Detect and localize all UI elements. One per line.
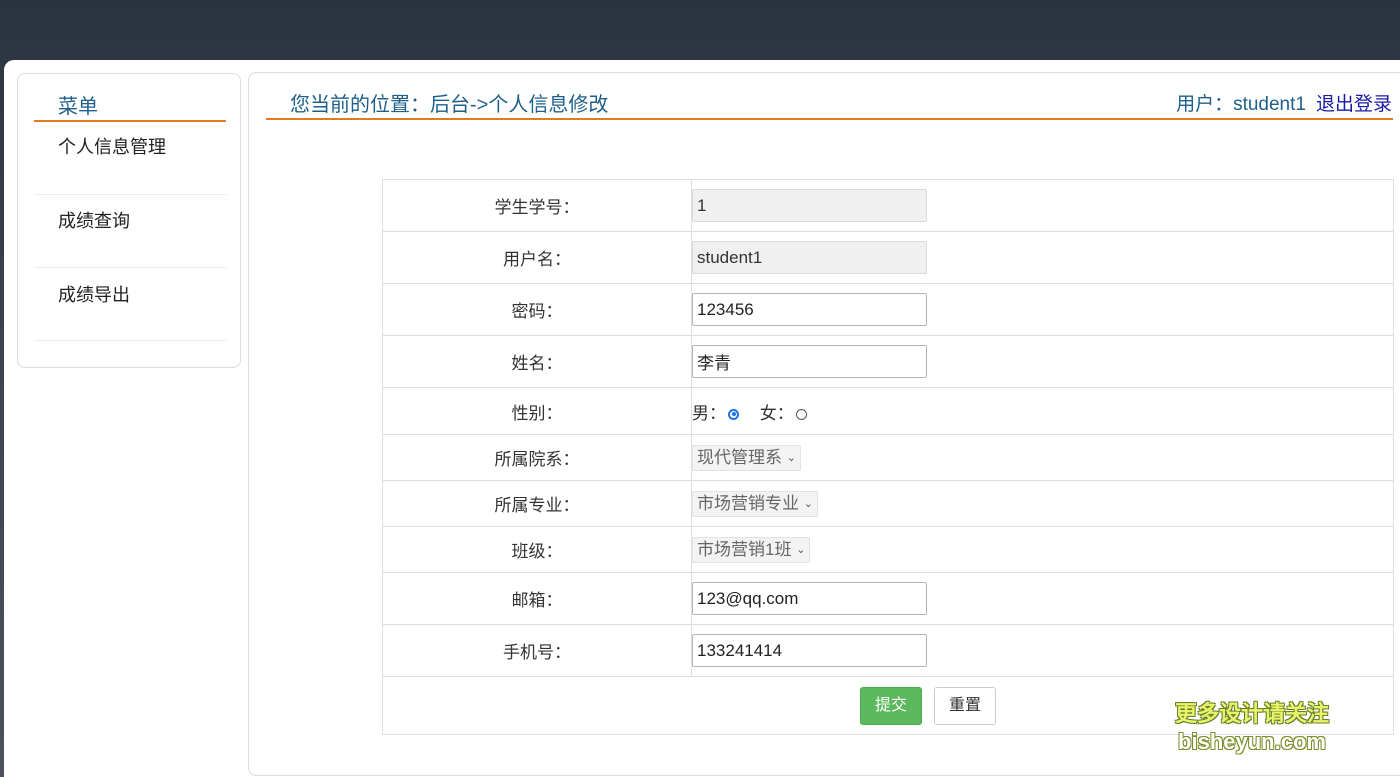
password-field[interactable] (692, 293, 927, 326)
profile-form: 学生学号： 用户名： 密码： 姓名： 性别： 男： 女： 所属院系： 现代管理系… (382, 179, 1394, 735)
email-field[interactable] (692, 582, 927, 615)
student-id-field[interactable] (692, 189, 927, 222)
form-row-name: 姓名： (382, 335, 1394, 388)
field-label: 邮箱： (382, 572, 692, 625)
sidebar-menu: 菜单 个人信息管理 成绩查询 成绩导出 (17, 73, 241, 368)
form-row-username: 用户名： (382, 231, 1394, 284)
submit-button[interactable]: 提交 (859, 686, 922, 725)
gender-female-label: 女： (759, 403, 794, 423)
username-field[interactable] (692, 241, 927, 274)
name-field[interactable] (692, 345, 927, 378)
department-select-value: 现代管理系 (697, 447, 782, 467)
chevron-down-icon: ⌄ (796, 543, 806, 556)
watermark: 更多设计请关注 bisheyun.com (1172, 700, 1332, 756)
gender-male-radio[interactable] (728, 408, 739, 420)
chevron-down-icon: ⌄ (786, 451, 796, 464)
logout-link[interactable]: 退出登录 (1316, 94, 1392, 115)
header-divider (266, 118, 1393, 120)
gender-female-radio[interactable] (795, 408, 807, 420)
form-row-student-id: 学生学号： (382, 179, 1394, 232)
form-row-email: 邮箱： (382, 572, 1394, 625)
department-select[interactable]: 现代管理系 ⌄ (692, 444, 801, 471)
field-label: 手机号： (382, 624, 692, 677)
field-label: 性别： (382, 387, 692, 435)
class-select-value: 市场营销1班 (697, 539, 792, 559)
watermark-line2: bisheyun.com (1178, 729, 1326, 754)
field-label: 姓名： (382, 335, 692, 388)
form-row-department: 所属院系： 现代管理系 ⌄ (382, 434, 1394, 481)
form-row-major: 所属专业： 市场营销专业 ⌄ (382, 480, 1394, 527)
field-label: 学生学号： (382, 179, 692, 232)
class-select[interactable]: 市场营销1班 ⌄ (692, 536, 811, 563)
form-row-class: 班级： 市场营销1班 ⌄ (382, 526, 1394, 573)
reset-button[interactable]: 重置 (934, 686, 997, 725)
major-select-value: 市场营销专业 (697, 493, 799, 513)
major-select[interactable]: 市场营销专业 ⌄ (692, 490, 818, 517)
field-label: 所属专业： (382, 480, 692, 527)
sidebar-item-label: 个人信息管理 (58, 137, 166, 157)
user-area: 用户：student1 退出登录 (1176, 89, 1392, 116)
sidebar-item-label: 成绩查询 (58, 211, 130, 231)
gender-male-label: 男： (692, 403, 726, 423)
phone-field[interactable] (692, 634, 927, 667)
field-label: 所属院系： (382, 434, 692, 481)
current-user: 用户：student1 (1176, 94, 1306, 115)
breadcrumb: 您当前的位置：后台->个人信息修改 (290, 94, 609, 116)
sidebar-item-profile[interactable]: 个人信息管理 (34, 122, 226, 195)
sidebar-item-grades[interactable]: 成绩查询 (34, 195, 226, 268)
watermark-line1: 更多设计请关注 (1174, 701, 1329, 726)
form-row-password: 密码： (382, 283, 1394, 336)
sidebar-title: 菜单 (58, 96, 98, 118)
form-row-phone: 手机号： (382, 624, 1394, 677)
field-label: 密码： (382, 283, 692, 336)
field-label: 班级： (382, 526, 692, 573)
sidebar-item-export[interactable]: 成绩导出 (34, 268, 226, 341)
sidebar-item-label: 成绩导出 (58, 285, 130, 305)
form-row-gender: 性别： 男： 女： (382, 387, 1394, 435)
chevron-down-icon: ⌄ (803, 497, 813, 510)
field-label: 用户名： (382, 231, 692, 284)
